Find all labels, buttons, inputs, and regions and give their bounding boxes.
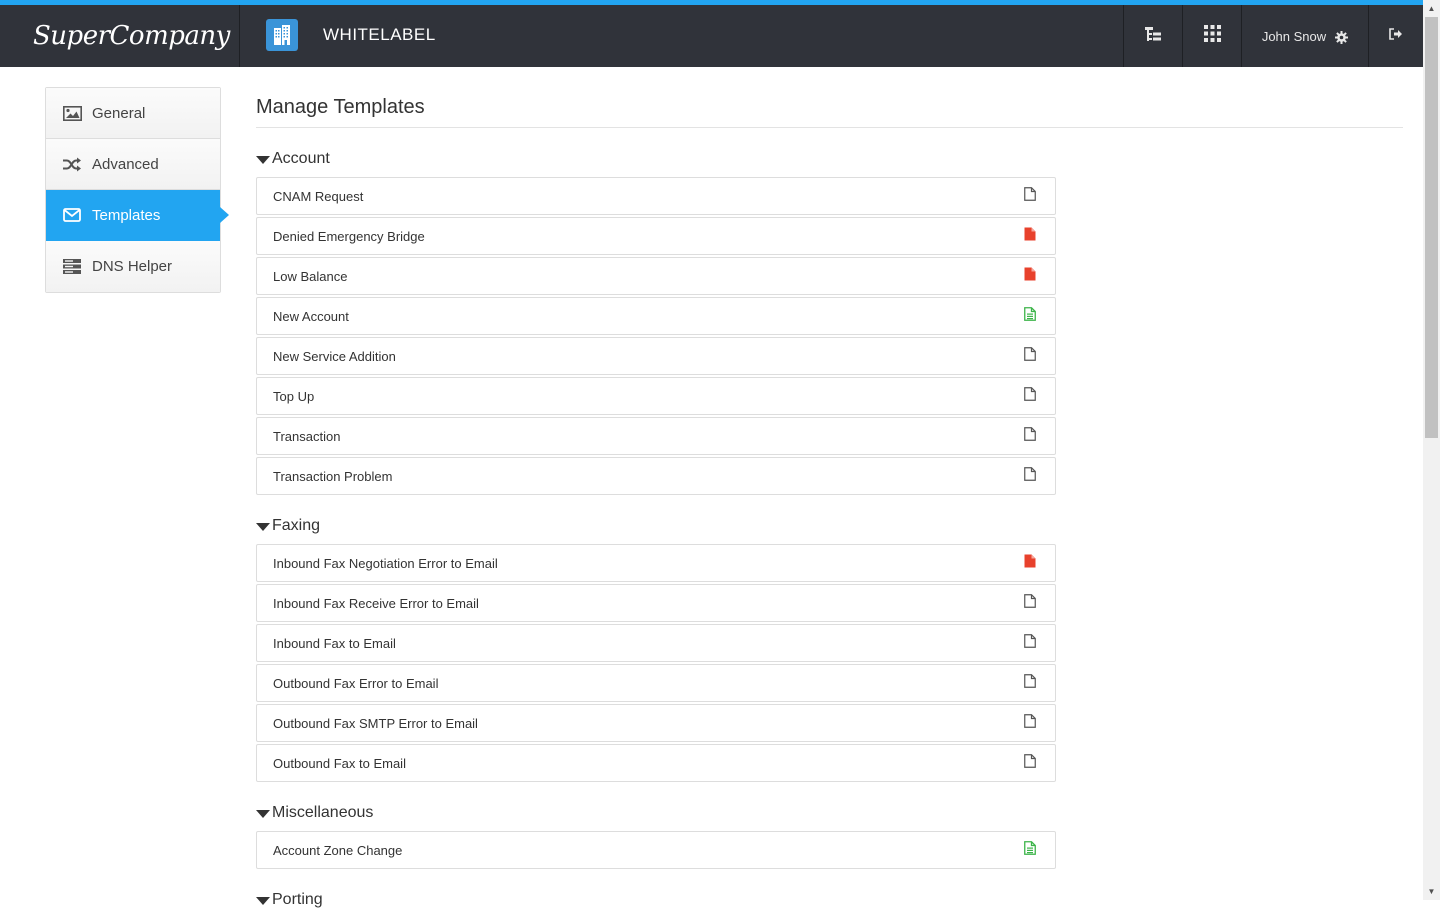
image-icon <box>63 105 83 121</box>
main-content: Manage Templates Account CNAM Request Deni… <box>256 87 1403 910</box>
section-account: Account CNAM Request Denied Emergency Brid… <box>256 149 1403 495</box>
file-icon[interactable] <box>1024 841 1036 855</box>
template-name: Outbound Fax Error to Email <box>273 675 439 691</box>
template-list: CNAM Request Denied Emergency Bridge Low B… <box>256 177 1056 495</box>
template-name: Inbound Fax Negotiation Error to Email <box>273 555 498 571</box>
server-icon <box>63 259 83 274</box>
page-title: Manage Templates <box>256 87 1403 128</box>
list-item[interactable]: Outbound Fax SMTP Error to Email <box>256 704 1056 742</box>
list-item[interactable]: Inbound Fax to Email <box>256 624 1056 662</box>
file-icon[interactable] <box>1024 554 1036 568</box>
list-item[interactable]: Outbound Fax to Email <box>256 744 1056 782</box>
section-title: Miscellaneous <box>272 804 374 821</box>
list-item[interactable]: Inbound Fax Negotiation Error to Email <box>256 544 1056 582</box>
template-name: Outbound Fax SMTP Error to Email <box>273 715 478 731</box>
template-name: Low Balance <box>273 268 348 284</box>
envelope-icon <box>63 208 83 222</box>
sidebar-item-label: Templates <box>92 206 161 224</box>
template-name: Outbound Fax to Email <box>273 755 406 771</box>
list-item[interactable]: New Account <box>256 297 1056 335</box>
sidebar-item-label: General <box>92 104 146 122</box>
section-toggle[interactable]: Miscellaneous <box>256 803 1403 823</box>
template-name: Transaction Problem <box>273 468 393 484</box>
template-sections: Account CNAM Request Denied Emergency Brid… <box>256 149 1403 910</box>
list-item[interactable]: Outbound Fax Error to Email <box>256 664 1056 702</box>
logout-icon <box>1389 27 1403 45</box>
section-faxing: Faxing Inbound Fax Negotiation Error to E… <box>256 516 1403 782</box>
list-item[interactable]: Top Up <box>256 377 1056 415</box>
file-icon[interactable] <box>1024 467 1036 481</box>
section-title: Account <box>272 150 330 167</box>
template-name: Account Zone Change <box>273 842 403 858</box>
sidebar-item-label: DNS Helper <box>92 258 173 275</box>
list-item[interactable]: Low Balance <box>256 257 1056 295</box>
file-icon[interactable] <box>1024 634 1036 648</box>
file-icon[interactable] <box>1024 227 1036 241</box>
app-building-icon[interactable] <box>266 19 298 51</box>
caret-down-icon <box>256 897 270 905</box>
file-icon[interactable] <box>1024 267 1036 281</box>
section-toggle[interactable]: Faxing <box>256 516 1403 536</box>
list-item[interactable]: New Service Addition <box>256 337 1056 375</box>
section-porting: Porting <box>256 890 1403 910</box>
scroll-up-icon[interactable]: ▲ <box>1423 0 1440 17</box>
section-title: Faxing <box>272 517 321 534</box>
file-icon[interactable] <box>1024 427 1036 441</box>
template-name: Top Up <box>273 388 315 404</box>
caret-down-icon <box>256 810 270 818</box>
section-toggle[interactable]: Porting <box>256 890 1403 910</box>
sidebar-item-general[interactable]: General <box>46 88 220 139</box>
app-title: WHITELABEL <box>323 25 436 44</box>
scrollbar-thumb[interactable] <box>1425 17 1438 438</box>
caret-down-icon <box>256 156 270 164</box>
tree-icon <box>1144 26 1162 47</box>
file-icon[interactable] <box>1024 387 1036 401</box>
settings-sidebar: General Advanced Templates DNS Helper <box>45 87 229 293</box>
file-icon[interactable] <box>1024 754 1036 768</box>
page-scrollbar[interactable]: ▲ ▼ <box>1423 0 1440 900</box>
file-icon[interactable] <box>1024 594 1036 608</box>
file-icon[interactable] <box>1024 714 1036 728</box>
caret-down-icon <box>256 523 270 531</box>
user-name: John Snow <box>1261 28 1327 44</box>
section-title: Porting <box>272 891 323 908</box>
template-name: New Account <box>273 308 349 324</box>
logout-button[interactable] <box>1368 5 1423 67</box>
apps-button[interactable] <box>1182 5 1241 67</box>
list-item[interactable]: Transaction <box>256 417 1056 455</box>
section-toggle[interactable]: Account <box>256 149 1403 169</box>
file-icon[interactable] <box>1024 307 1036 321</box>
template-name: Transaction <box>273 428 341 444</box>
sidebar-item-advanced[interactable]: Advanced <box>46 139 220 190</box>
template-name: Inbound Fax to Email <box>273 635 396 651</box>
sidebar-item-templates[interactable]: Templates <box>46 190 229 241</box>
sidebar-item-label: Advanced <box>92 155 159 173</box>
list-item[interactable]: Transaction Problem <box>256 457 1056 495</box>
template-name: Inbound Fax Receive Error to Email <box>273 595 479 611</box>
template-name: CNAM Request <box>273 188 364 204</box>
tree-button[interactable] <box>1123 5 1182 67</box>
template-name: New Service Addition <box>273 348 396 364</box>
sidebar-item-dns-helper[interactable]: DNS Helper <box>46 241 220 292</box>
company-logo[interactable]: SuperCompany <box>0 5 240 67</box>
list-item[interactable]: Account Zone Change <box>256 831 1056 869</box>
user-menu[interactable]: John Snow <box>1241 5 1368 67</box>
template-list: Account Zone Change <box>256 831 1056 869</box>
scroll-down-icon[interactable]: ▼ <box>1423 883 1440 900</box>
apps-grid-icon <box>1203 25 1221 47</box>
list-item[interactable]: Denied Emergency Bridge <box>256 217 1056 255</box>
file-icon[interactable] <box>1024 187 1036 201</box>
file-icon[interactable] <box>1024 347 1036 361</box>
template-name: Denied Emergency Bridge <box>273 228 425 244</box>
shuffle-icon <box>63 157 83 172</box>
file-icon[interactable] <box>1024 674 1036 688</box>
top-bar: SuperCompany WHITELABEL John Snow <box>0 5 1423 67</box>
list-item[interactable]: CNAM Request <box>256 177 1056 215</box>
list-item[interactable]: Inbound Fax Receive Error to Email <box>256 584 1056 622</box>
template-list: Inbound Fax Negotiation Error to Email In… <box>256 544 1056 782</box>
gear-icon <box>1335 30 1349 44</box>
section-miscellaneous: Miscellaneous Account Zone Change <box>256 803 1403 869</box>
